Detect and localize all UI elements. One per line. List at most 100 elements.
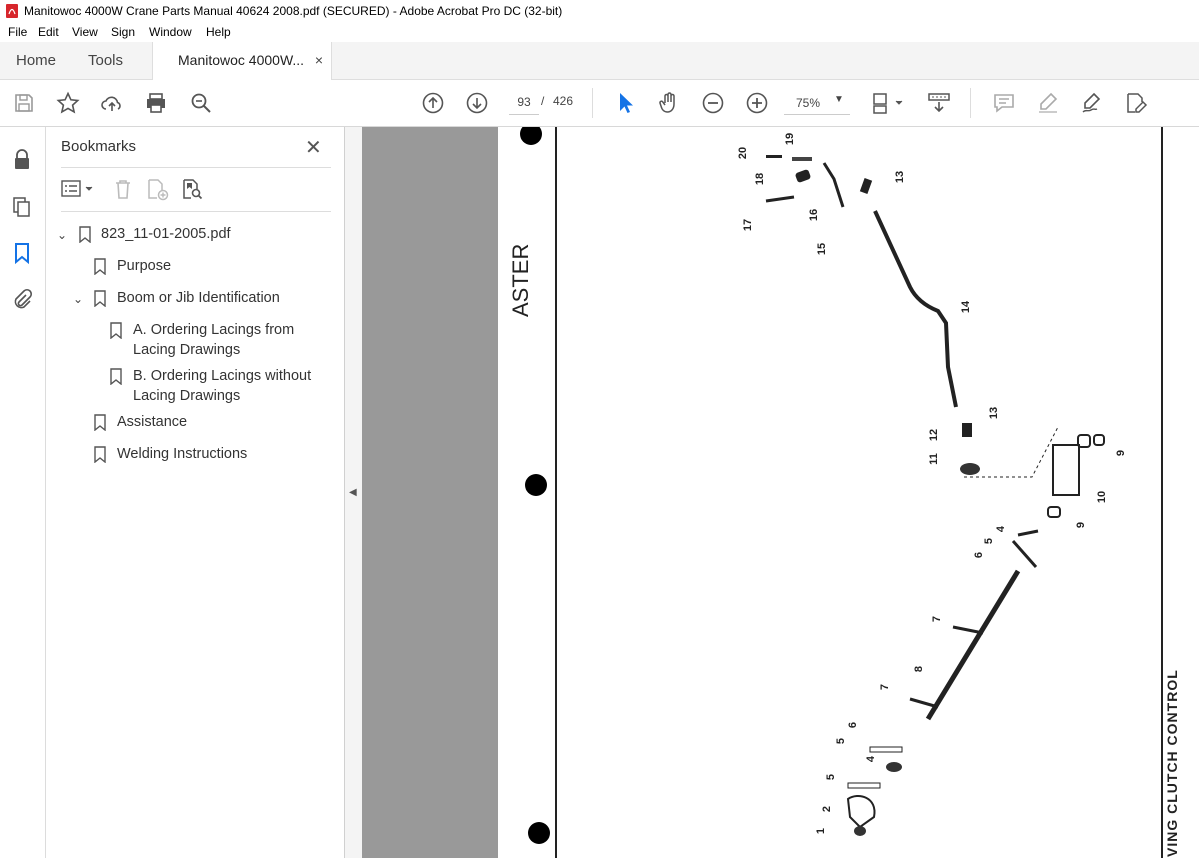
lock-icon[interactable] bbox=[10, 148, 34, 172]
tab-document[interactable]: Manitowoc 4000W... × bbox=[152, 42, 332, 80]
callout-label: 20 bbox=[737, 146, 750, 160]
binder-hole bbox=[525, 474, 547, 496]
callout-label: 9 bbox=[1075, 521, 1088, 529]
menu-view[interactable]: View bbox=[72, 25, 98, 39]
edit-pdf-icon[interactable] bbox=[1124, 91, 1148, 115]
callout-label: 17 bbox=[742, 218, 755, 232]
zoom-level-select[interactable]: 75% ▼ bbox=[784, 90, 850, 115]
page-total: 426 bbox=[553, 94, 574, 108]
menu-help[interactable]: Help bbox=[206, 25, 231, 39]
tab-home[interactable]: Home bbox=[16, 42, 56, 79]
print-icon[interactable] bbox=[144, 91, 168, 115]
tab-tools[interactable]: Tools bbox=[88, 42, 123, 79]
bookmark-item-ordering-from[interactable]: A. Ordering Lacings from bbox=[133, 320, 294, 340]
sign-pen-icon[interactable] bbox=[1080, 91, 1104, 115]
menu-sign[interactable]: Sign bbox=[111, 25, 135, 39]
main-toolbar: 93 / 426 75% ▼ bbox=[0, 80, 1199, 127]
page-side-text: ASTER bbox=[508, 243, 533, 317]
callout-label: 12 bbox=[928, 428, 941, 442]
star-icon[interactable] bbox=[56, 91, 80, 115]
callout-label: 4 bbox=[865, 755, 878, 763]
page-caption: VING CLUTCH CONTROL bbox=[1164, 669, 1180, 857]
callout-label: 2 bbox=[821, 805, 834, 813]
callout-label: 18 bbox=[754, 172, 767, 186]
bookmark-icon bbox=[110, 322, 122, 339]
callout-label: 14 bbox=[960, 300, 973, 314]
find-bookmark-icon[interactable] bbox=[180, 177, 204, 201]
window-title: Manitowoc 4000W Crane Parts Manual 40624… bbox=[24, 4, 563, 18]
panel-collapse-handle[interactable]: ◀ bbox=[345, 127, 362, 858]
document-background bbox=[362, 127, 498, 858]
tab-document-label: Manitowoc 4000W... bbox=[178, 52, 305, 68]
next-page-icon[interactable] bbox=[465, 91, 489, 115]
collapse-left-icon: ◀ bbox=[349, 487, 357, 498]
bookmark-options-icon[interactable] bbox=[61, 177, 97, 201]
bookmark-item-boom-jib[interactable]: Boom or Jib Identification bbox=[117, 288, 280, 308]
callout-label: 1 bbox=[815, 827, 828, 835]
bookmark-item-ordering-from-line2[interactable]: Lacing Drawings bbox=[133, 340, 240, 360]
menu-edit[interactable]: Edit bbox=[38, 25, 59, 39]
chevron-down-icon[interactable]: ⌄ bbox=[57, 228, 67, 242]
tab-bar: Home Tools Manitowoc 4000W... × bbox=[0, 42, 1199, 80]
upload-cloud-icon[interactable] bbox=[100, 91, 124, 115]
bookmark-item-root[interactable]: 823_11-01-2005.pdf bbox=[101, 224, 231, 244]
tab-close-icon[interactable]: × bbox=[315, 42, 323, 79]
document-page[interactable]: ASTER VING CLUTCH CONTROL 20 19 18 17 16… bbox=[498, 127, 1199, 858]
panel-divider bbox=[61, 167, 331, 168]
callout-label: 7 bbox=[879, 683, 892, 691]
callout-label: 5 bbox=[835, 737, 848, 745]
scroll-mode-icon[interactable] bbox=[927, 91, 951, 115]
new-bookmark-icon[interactable] bbox=[145, 177, 169, 201]
zoom-level-value: 75% bbox=[796, 96, 821, 110]
panel-divider bbox=[61, 211, 331, 212]
callout-label: 6 bbox=[973, 551, 986, 559]
callout-label: 16 bbox=[808, 208, 821, 222]
callout-label: 4 bbox=[995, 525, 1008, 533]
page-thumbnails-icon[interactable] bbox=[10, 195, 34, 219]
bookmark-icon bbox=[94, 414, 106, 431]
callout-label: 13 bbox=[894, 170, 907, 184]
callout-label: 19 bbox=[784, 132, 797, 146]
bookmark-icon bbox=[94, 290, 106, 307]
callout-label: 5 bbox=[825, 773, 838, 781]
hand-tool-icon[interactable] bbox=[657, 91, 681, 115]
callout-label: 13 bbox=[988, 406, 1001, 420]
callout-label: 6 bbox=[847, 721, 860, 729]
page-display-icon[interactable] bbox=[870, 91, 906, 115]
zoom-in-icon[interactable] bbox=[745, 91, 769, 115]
bookmark-item-welding[interactable]: Welding Instructions bbox=[117, 444, 247, 464]
callout-label: 9 bbox=[1115, 449, 1128, 457]
bookmark-item-purpose[interactable]: Purpose bbox=[117, 256, 171, 276]
callout-label: 8 bbox=[913, 665, 926, 673]
menu-window[interactable]: Window bbox=[149, 25, 192, 39]
chevron-down-icon: ▼ bbox=[834, 94, 844, 105]
callout-label: 10 bbox=[1096, 490, 1109, 504]
bookmarks-title: Bookmarks bbox=[61, 138, 137, 155]
bookmark-item-assistance[interactable]: Assistance bbox=[117, 412, 187, 432]
highlight-pen-icon[interactable] bbox=[1036, 91, 1060, 115]
comment-icon[interactable] bbox=[992, 91, 1016, 115]
chevron-down-icon[interactable]: ⌄ bbox=[73, 292, 83, 306]
parts-diagram bbox=[520, 127, 1163, 858]
select-cursor-icon[interactable] bbox=[614, 91, 638, 115]
left-navigation-rail bbox=[0, 127, 46, 858]
close-icon[interactable]: ✕ bbox=[305, 135, 322, 160]
callout-label: 15 bbox=[816, 242, 829, 256]
attachment-icon[interactable] bbox=[10, 288, 34, 312]
toolbar-divider bbox=[592, 88, 593, 118]
bookmark-item-ordering-without-line2[interactable]: Lacing Drawings bbox=[133, 386, 240, 406]
save-icon[interactable] bbox=[12, 91, 36, 115]
bookmark-icon bbox=[110, 368, 122, 385]
zoom-out-icon[interactable] bbox=[701, 91, 725, 115]
previous-page-icon[interactable] bbox=[421, 91, 445, 115]
find-zoom-icon[interactable] bbox=[189, 91, 213, 115]
bookmark-panel-icon[interactable] bbox=[10, 241, 34, 265]
bookmark-icon bbox=[94, 446, 106, 463]
menu-file[interactable]: File bbox=[8, 25, 27, 39]
bookmark-item-ordering-without[interactable]: B. Ordering Lacings without bbox=[133, 366, 311, 386]
binder-hole bbox=[520, 127, 542, 145]
page-number-input[interactable]: 93 bbox=[509, 90, 539, 115]
binder-hole bbox=[528, 822, 550, 844]
callout-label: 11 bbox=[927, 453, 940, 465]
delete-icon[interactable] bbox=[111, 177, 135, 201]
